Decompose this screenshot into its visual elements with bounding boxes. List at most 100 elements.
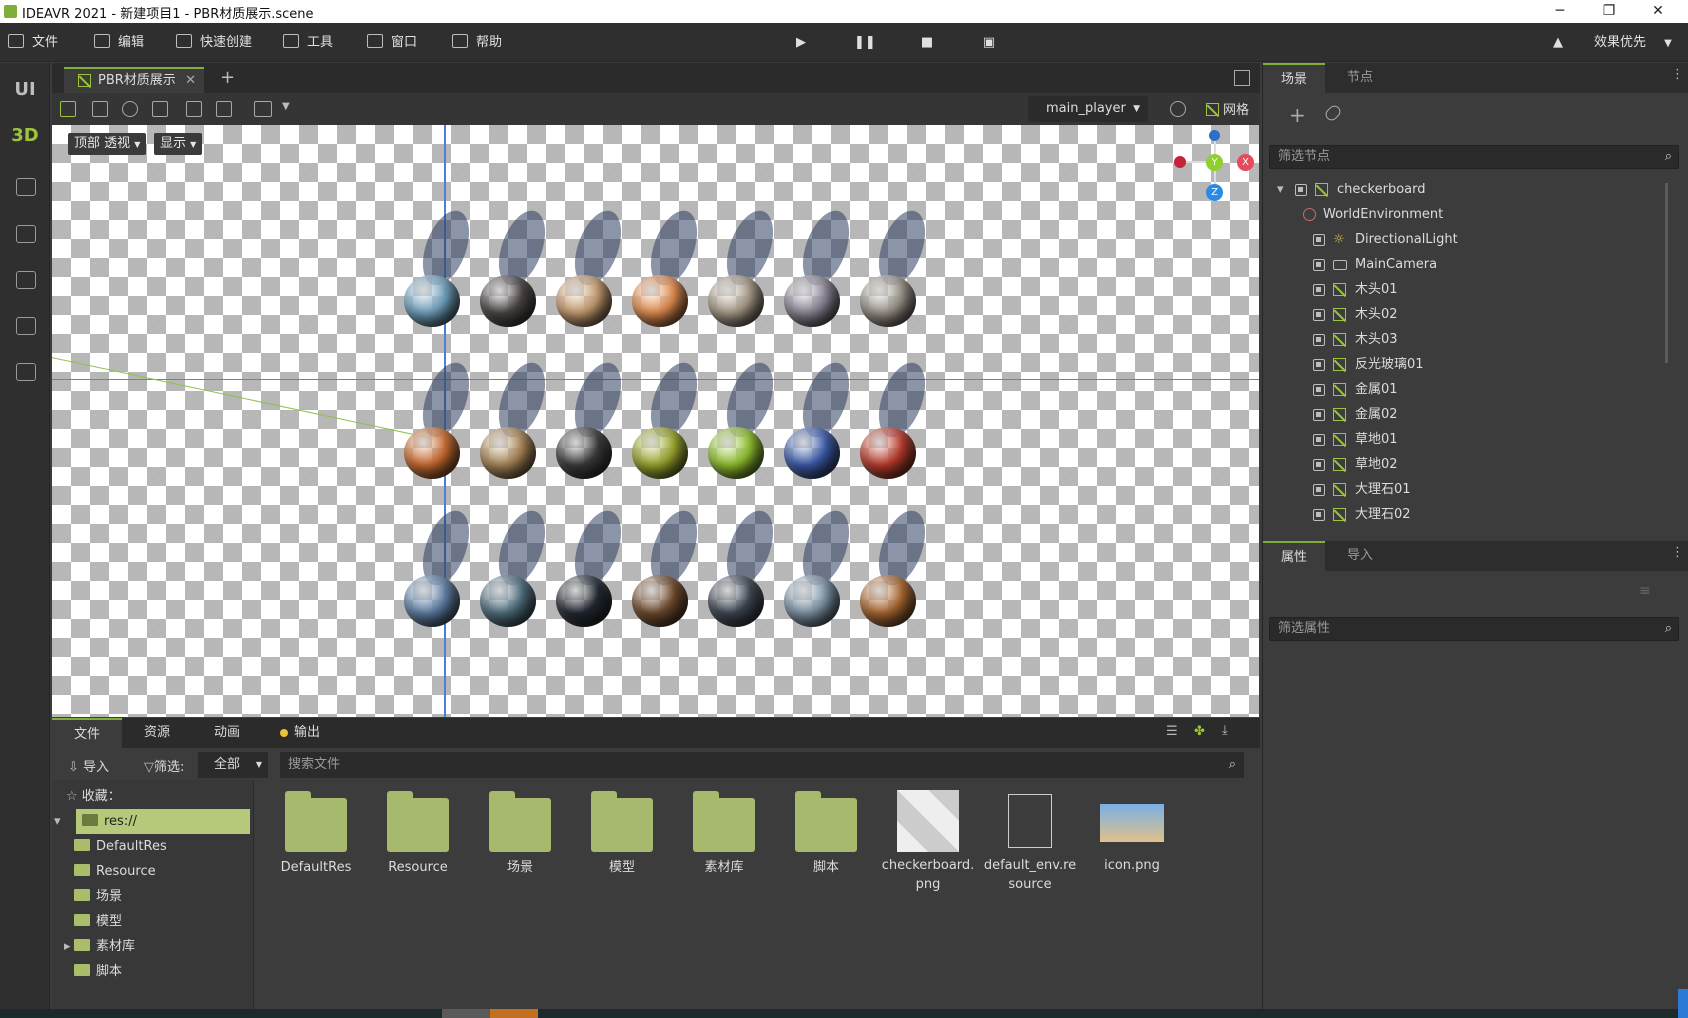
- menu-file[interactable]: 文件: [8, 23, 58, 62]
- ui-mode-button[interactable]: UI: [0, 79, 50, 100]
- gizmo-top-dot[interactable]: [1209, 130, 1220, 141]
- gizmo-y-axis[interactable]: Y: [1206, 154, 1223, 171]
- rotate-tool-icon[interactable]: [122, 101, 138, 117]
- tree-item-folder[interactable]: Resource: [52, 859, 254, 884]
- grid-view-icon[interactable]: ✤: [1194, 724, 1205, 739]
- minimize-button[interactable]: ─: [1537, 0, 1583, 23]
- tree-node[interactable]: ☼ DirectionalLight: [1263, 227, 1663, 252]
- tree-node[interactable]: 木头01: [1263, 277, 1663, 302]
- close-tab-icon[interactable]: ✕: [185, 69, 196, 93]
- gizmo-z-axis[interactable]: Z: [1206, 184, 1223, 201]
- tab-files[interactable]: 文件: [52, 718, 123, 748]
- menu-tools[interactable]: 工具: [283, 23, 333, 62]
- material-sphere[interactable]: [556, 275, 612, 327]
- visibility-checkbox[interactable]: [1313, 434, 1325, 446]
- menu-help[interactable]: 帮助: [452, 23, 502, 62]
- visibility-checkbox[interactable]: [1313, 234, 1325, 246]
- tab-pbr-scene[interactable]: PBR材质展示 ✕: [64, 67, 204, 93]
- material-sphere[interactable]: [480, 575, 536, 627]
- visibility-checkbox[interactable]: [1313, 359, 1325, 371]
- expand-arrow-icon[interactable]: ▾: [1277, 177, 1284, 202]
- menu-window[interactable]: 窗口: [367, 23, 417, 62]
- taskbar-app[interactable]: [442, 1009, 490, 1018]
- 3d-mode-button[interactable]: 3D: [0, 125, 50, 146]
- more-icon[interactable]: ⋮: [1671, 545, 1684, 560]
- tab-properties[interactable]: 属性: [1263, 541, 1326, 571]
- movie-icon[interactable]: ▣: [979, 33, 999, 53]
- property-filter-input[interactable]: 筛选属性 ⌕: [1269, 617, 1679, 641]
- tree-item-folder[interactable]: 场景: [52, 884, 254, 909]
- material-sphere[interactable]: [860, 275, 916, 327]
- visibility-checkbox[interactable]: [1313, 334, 1325, 346]
- favorites-row[interactable]: ☆ 收藏：: [52, 784, 254, 809]
- list-view-icon[interactable]: ☰: [1166, 724, 1178, 739]
- tree-item-folder[interactable]: 模型: [52, 909, 254, 934]
- material-sphere[interactable]: [860, 575, 916, 627]
- gizmo-x-axis[interactable]: X: [1237, 154, 1254, 171]
- folder-item[interactable]: DefaultRes: [268, 790, 364, 877]
- material-sphere[interactable]: [404, 275, 460, 327]
- play-icon[interactable]: ▶: [791, 33, 811, 53]
- file-item[interactable]: icon.png: [1084, 790, 1180, 875]
- visibility-checkbox[interactable]: [1313, 459, 1325, 471]
- folder-item[interactable]: 素材库: [676, 790, 772, 877]
- ruler-tool-icon[interactable]: [254, 101, 272, 117]
- link-icon[interactable]: [1323, 103, 1343, 123]
- restore-button[interactable]: ❐: [1586, 0, 1632, 23]
- tab-node[interactable]: 节点: [1329, 63, 1391, 93]
- close-button[interactable]: ✕: [1635, 0, 1681, 23]
- download-icon[interactable]: ⤓: [1222, 723, 1228, 738]
- tab-animation[interactable]: 动画: [192, 718, 262, 748]
- visibility-checkbox[interactable]: [1295, 184, 1307, 196]
- curve-icon[interactable]: [16, 178, 36, 196]
- graduation-cap-icon[interactable]: ▲: [1548, 33, 1568, 53]
- tree-item-folder[interactable]: 脚本: [52, 959, 254, 984]
- material-sphere[interactable]: [708, 275, 764, 327]
- tree-root-node[interactable]: ▾ checkerboard: [1263, 177, 1663, 202]
- material-sphere[interactable]: [784, 575, 840, 627]
- tree-node[interactable]: 木头03: [1263, 327, 1663, 352]
- tab-output[interactable]: 输出: [262, 718, 342, 748]
- import-button[interactable]: ⇩ 导入: [68, 756, 109, 775]
- 3d-viewport[interactable]: 顶部 透视 ▼ 显示 ▼ Y X Z: [52, 125, 1259, 717]
- tree-scrollbar[interactable]: [1665, 183, 1668, 363]
- tree-node[interactable]: 大理石01: [1263, 477, 1663, 502]
- add-tab-button[interactable]: +: [220, 67, 235, 88]
- file-search-input[interactable]: 搜索文件 ⌕: [280, 752, 1244, 778]
- material-sphere[interactable]: [480, 275, 536, 327]
- tree-node[interactable]: 大理石02: [1263, 502, 1663, 527]
- filter-dropdown[interactable]: 全部 ▼: [198, 752, 268, 778]
- axis-tool-icon[interactable]: [186, 101, 202, 117]
- add-node-icon[interactable]: +: [1289, 103, 1306, 127]
- visibility-checkbox[interactable]: [1313, 259, 1325, 271]
- gear-icon[interactable]: [1170, 101, 1186, 117]
- player-dropdown[interactable]: main_player ▼: [1028, 96, 1148, 122]
- tree-node[interactable]: 反光玻璃01: [1263, 352, 1663, 377]
- visibility-checkbox[interactable]: [1313, 284, 1325, 296]
- visibility-checkbox[interactable]: [1313, 509, 1325, 521]
- menu-edit[interactable]: 编辑: [94, 23, 144, 62]
- material-sphere[interactable]: [632, 427, 688, 479]
- material-sphere[interactable]: [784, 427, 840, 479]
- taskbar-app-active[interactable]: [490, 1009, 538, 1018]
- expand-arrow-icon[interactable]: ▾: [54, 809, 61, 834]
- material-sphere[interactable]: [708, 427, 764, 479]
- folder-item[interactable]: 模型: [574, 790, 670, 877]
- settings-panel-icon[interactable]: [16, 271, 36, 289]
- move-tool-icon[interactable]: [92, 101, 108, 117]
- pause-icon[interactable]: ❚❚: [854, 33, 876, 53]
- tab-assets[interactable]: 资源: [122, 718, 192, 748]
- material-sphere[interactable]: [556, 575, 612, 627]
- quality-dropdown[interactable]: 效果优先 ▼: [1594, 23, 1672, 62]
- tree-node[interactable]: 草地01: [1263, 427, 1663, 452]
- scale-tool-icon[interactable]: [152, 101, 168, 117]
- fullscreen-icon[interactable]: [1234, 70, 1250, 86]
- snap-tool-icon[interactable]: [216, 101, 232, 117]
- tree-node[interactable]: 木头02: [1263, 302, 1663, 327]
- tree-item-root[interactable]: ▾ res://: [54, 809, 250, 834]
- tree-item-folder[interactable]: ▸ 素材库: [52, 934, 254, 959]
- material-sphere[interactable]: [404, 427, 460, 479]
- visibility-checkbox[interactable]: [1313, 409, 1325, 421]
- tree-node[interactable]: WorldEnvironment: [1263, 202, 1663, 227]
- document-icon[interactable]: [16, 363, 36, 381]
